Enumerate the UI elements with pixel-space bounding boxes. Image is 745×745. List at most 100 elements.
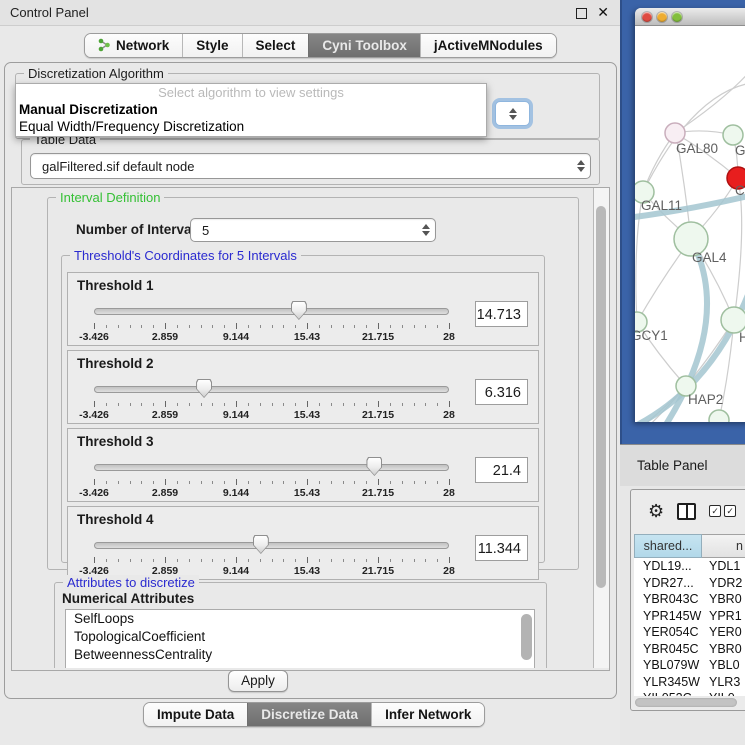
table-row[interactable]: YBR043CYBR0 xyxy=(634,591,745,608)
column-header-shared-name[interactable]: shared... xyxy=(634,534,702,558)
combo-arrows-icon xyxy=(417,224,435,236)
threshold-slider[interactable]: -3.4262.8599.14415.4321.71528 xyxy=(94,300,449,344)
threshold-value-field[interactable]: 11.344 xyxy=(475,535,528,561)
threshold-panel: Threshold 1 -3.4262.8599.14415.4321.7152… xyxy=(67,272,539,346)
table-row[interactable]: YPR145WYPR1 xyxy=(634,608,745,625)
table-row[interactable]: YDL19...YDL1 xyxy=(634,558,745,575)
slider-track[interactable] xyxy=(94,386,449,393)
table-row[interactable]: YBR045CYBR0 xyxy=(634,641,745,658)
network-node[interactable] xyxy=(665,123,685,143)
cell-name: YBR0 xyxy=(702,591,745,608)
table-row[interactable]: YER054CYER0 xyxy=(634,624,745,641)
network-view-window[interactable]: GAL80GACGAL11GAL4GCY1HHAP2 xyxy=(635,8,745,422)
threshold-value-field[interactable]: 21.4 xyxy=(475,457,528,483)
vertical-scrollbar[interactable] xyxy=(593,188,609,668)
table-row[interactable]: YDR27...YDR2 xyxy=(634,575,745,592)
thresholds-group-title: Threshold's Coordinates for 5 Intervals xyxy=(70,248,301,263)
tab-impute-data[interactable]: Impute Data xyxy=(144,703,247,726)
table-row[interactable]: YIL052CYIL0 xyxy=(634,690,745,696)
attribute-item-topologicalcoefficient[interactable]: TopologicalCoefficient xyxy=(66,628,534,646)
dropdown-item-equal-width-frequency[interactable]: Equal Width/Frequency Discretization xyxy=(16,118,486,135)
slider-ticks xyxy=(94,323,449,331)
table-row[interactable]: YBL079WYBL0 xyxy=(634,657,745,674)
algorithm-dropdown-popup: Select algorithm to view settings Manual… xyxy=(15,83,487,137)
slider-ticks xyxy=(94,557,449,565)
list-scrollbar[interactable] xyxy=(521,614,532,660)
zoom-traffic-light[interactable] xyxy=(672,12,682,22)
checkbox-icon: ✓ xyxy=(724,505,736,517)
discretization-algorithm-title: Discretization Algorithm xyxy=(24,66,168,81)
cell-shared-name: YBR043C xyxy=(634,591,702,608)
slider-tick-labels: -3.4262.8599.14415.4321.71528 xyxy=(94,409,449,421)
column-header-name[interactable]: n xyxy=(702,534,745,558)
threshold-panel: Threshold 3 -3.4262.8599.14415.4321.7152… xyxy=(67,428,539,502)
slider-thumb[interactable] xyxy=(366,457,382,476)
tab-label: Cyni Toolbox xyxy=(322,38,407,53)
algorithm-combobox[interactable] xyxy=(495,101,530,126)
table-data-group: Table Data galFiltered.sif default node xyxy=(21,139,600,185)
table-rows: YDL19...YDL1YDR27...YDR2YBR043CYBR0YPR14… xyxy=(634,558,745,696)
network-node[interactable] xyxy=(723,125,743,145)
table-data-selected-value: galFiltered.sif default node xyxy=(31,159,572,174)
float-window-icon[interactable] xyxy=(576,8,587,19)
dropdown-prompt: Select algorithm to view settings xyxy=(16,84,486,101)
slider-track[interactable] xyxy=(94,308,449,315)
network-canvas[interactable]: GAL80GACGAL11GAL4GCY1HHAP2 xyxy=(635,26,745,422)
slider-thumb[interactable] xyxy=(196,379,212,398)
network-canvas-svg: GAL80GACGAL11GAL4GCY1HHAP2 xyxy=(635,26,745,422)
control-panel: Control Panel ✕ NetworkStyleSelectCyni T… xyxy=(0,0,620,745)
network-node[interactable] xyxy=(709,410,729,422)
split-view-icon[interactable] xyxy=(677,503,696,520)
thresholds-group: Threshold's Coordinates for 5 Intervals … xyxy=(61,255,545,563)
tab-select[interactable]: Select xyxy=(242,34,309,57)
slider-track[interactable] xyxy=(94,542,449,549)
tab-network[interactable]: Network xyxy=(85,34,182,57)
table-row[interactable]: YLR345WYLR3 xyxy=(634,674,745,691)
slider-tick-labels: -3.4262.8599.14415.4321.71528 xyxy=(94,331,449,343)
vertical-scrollbar-thumb[interactable] xyxy=(596,206,606,588)
attribute-item-betweennesscentrality[interactable]: BetweennessCentrality xyxy=(66,646,534,664)
apply-button[interactable]: Apply xyxy=(228,670,288,692)
cell-shared-name: YPR145W xyxy=(634,608,702,625)
slider-ticks xyxy=(94,401,449,409)
cell-shared-name: YBR045C xyxy=(634,641,702,658)
table-panel-area: ⚙ ✓ ✓ shared... n YDL19...YDL1YDR27...YD… xyxy=(620,486,745,745)
tab-style[interactable]: Style xyxy=(182,34,241,57)
table-data-combobox[interactable]: galFiltered.sif default node xyxy=(30,153,591,179)
cell-name: YER0 xyxy=(702,624,745,641)
number-of-intervals-combobox[interactable]: 5 xyxy=(190,218,436,242)
network-window-titlebar[interactable] xyxy=(635,8,745,26)
cell-name: YBR0 xyxy=(702,641,745,658)
horizontal-scrollbar-thumb[interactable] xyxy=(635,698,737,707)
close-traffic-light[interactable] xyxy=(642,12,652,22)
threshold-slider[interactable]: -3.4262.8599.14415.4321.71528 xyxy=(94,456,449,500)
select-columns-icon[interactable]: ✓ ✓ xyxy=(709,505,736,517)
minimize-traffic-light[interactable] xyxy=(657,12,667,22)
slider-thumb[interactable] xyxy=(253,535,269,554)
threshold-label: Threshold 2 xyxy=(77,356,154,371)
tab-label: Select xyxy=(256,38,296,53)
tab-discretize-data[interactable]: Discretize Data xyxy=(247,703,371,726)
dropdown-item-manual-discretization[interactable]: Manual Discretization xyxy=(16,101,486,118)
cell-name: YDL1 xyxy=(702,558,745,575)
cell-shared-name: YDR27... xyxy=(634,575,702,592)
slider-tick-labels: -3.4262.8599.14415.4321.71528 xyxy=(94,487,449,499)
tab-label: jActiveMNodules xyxy=(434,38,543,53)
tab-jactivemnodules[interactable]: jActiveMNodules xyxy=(420,34,556,57)
slider-track[interactable] xyxy=(94,464,449,471)
threshold-value-field[interactable]: 6.316 xyxy=(475,379,528,405)
interval-definition-group: Interval Definition Number of Intervals … xyxy=(47,197,579,570)
attribute-item-selfloops[interactable]: SelfLoops xyxy=(66,610,534,628)
close-icon[interactable]: ✕ xyxy=(597,4,609,21)
network-edge[interactable] xyxy=(675,68,745,133)
tab-infer-network[interactable]: Infer Network xyxy=(371,703,484,726)
slider-thumb[interactable] xyxy=(291,301,307,320)
threshold-slider[interactable]: -3.4262.8599.14415.4321.71528 xyxy=(94,534,449,578)
gear-icon[interactable]: ⚙ xyxy=(648,502,664,520)
numerical-attributes-list[interactable]: SelfLoopsTopologicalCoefficientBetweenne… xyxy=(65,609,535,668)
node-label-gal11: GAL11 xyxy=(641,198,682,213)
tab-cyni-toolbox[interactable]: Cyni Toolbox xyxy=(308,34,420,57)
threshold-slider[interactable]: -3.4262.8599.14415.4321.71528 xyxy=(94,378,449,422)
threshold-value-field[interactable]: 14.713 xyxy=(475,301,528,327)
table-panel-header: Table Panel xyxy=(620,444,745,488)
